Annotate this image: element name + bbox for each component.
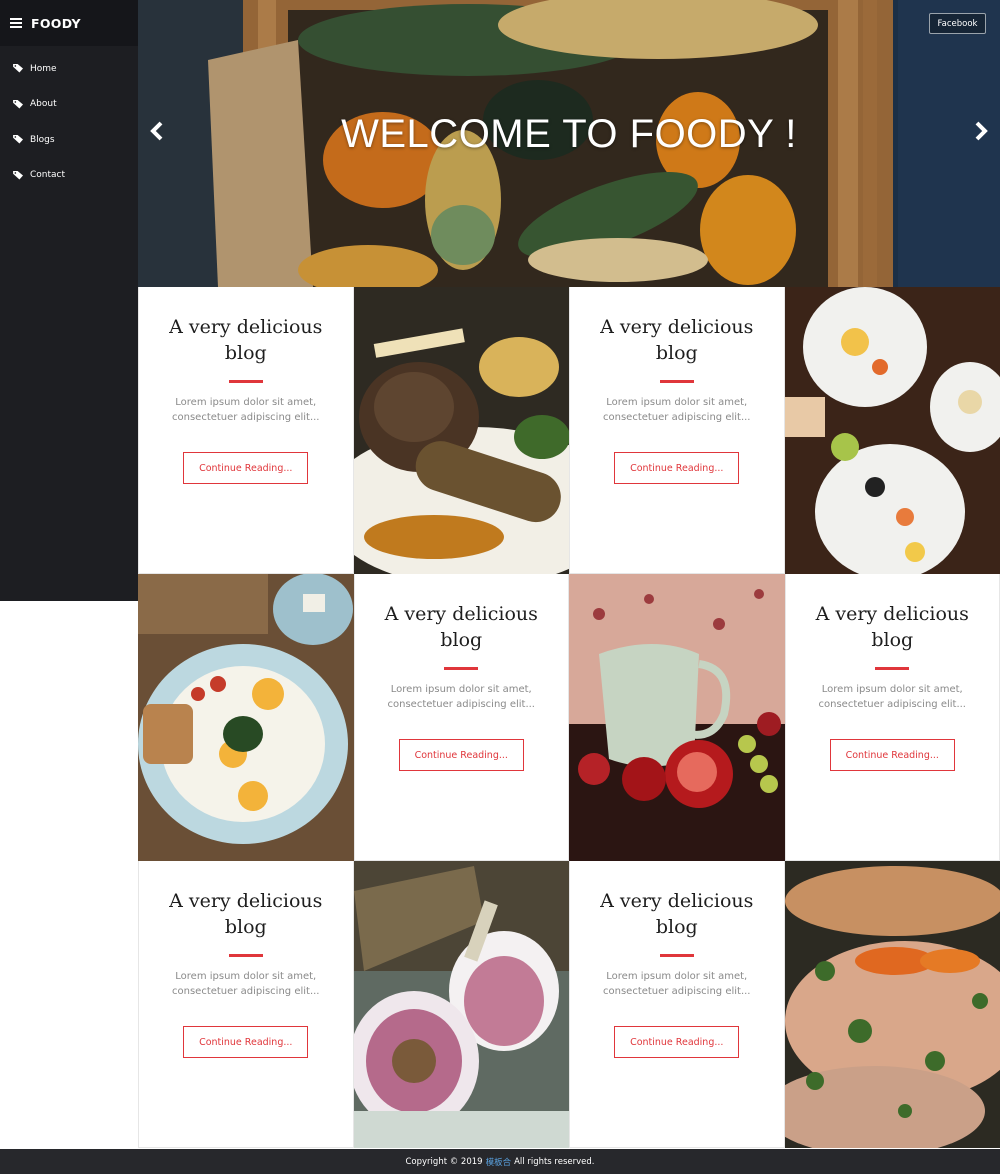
blog-photo-breakfast[interactable]: [138, 574, 354, 861]
blog-photo-chicken[interactable]: [784, 861, 1000, 1148]
sidebar: FOODY Home About Blogs Contact: [0, 0, 138, 601]
nav-label: About: [30, 99, 57, 110]
brand-bar: FOODY: [0, 0, 138, 46]
continue-reading-button[interactable]: Continue Reading...: [614, 452, 740, 484]
card-divider: [444, 667, 479, 670]
copyright-text: Copyright © 2019: [405, 1156, 483, 1167]
footer-link[interactable]: 模板合: [486, 1156, 512, 1168]
card-divider: [659, 380, 694, 383]
continue-reading-button[interactable]: Continue Reading...: [614, 1026, 740, 1058]
blog-photo-steak[interactable]: [353, 287, 569, 574]
blog-card: A very delicious blog Lorem ipsum dolor …: [784, 574, 1000, 861]
card-excerpt: Lorem ipsum dolor sit amet, consectetuer…: [172, 397, 320, 423]
card-title: A very delicious blog: [384, 603, 538, 651]
card-divider: [659, 954, 694, 957]
card-title: A very delicious blog: [600, 890, 754, 938]
hamburger-menu-icon[interactable]: [10, 18, 22, 28]
facebook-button[interactable]: Facebook: [929, 13, 986, 34]
blog-card: A very delicious blog Lorem ipsum dolor …: [353, 574, 569, 861]
blog-photo-pomegranate[interactable]: [569, 574, 785, 861]
blog-grid: A very delicious blog Lorem ipsum dolor …: [138, 287, 1000, 1149]
card-title: A very delicious blog: [169, 316, 323, 364]
continue-reading-button[interactable]: Continue Reading...: [829, 739, 955, 771]
continue-reading-button[interactable]: Continue Reading...: [183, 1026, 309, 1058]
tag-icon: [13, 99, 23, 109]
blog-card: A very delicious blog Lorem ipsum dolor …: [569, 861, 785, 1148]
card-excerpt: Lorem ipsum dolor sit amet, consectetuer…: [172, 971, 320, 997]
chevron-left-icon[interactable]: [148, 121, 166, 141]
blog-photo-sushi[interactable]: [784, 287, 1000, 574]
card-divider: [228, 380, 263, 383]
card-excerpt: Lorem ipsum dolor sit amet, consectetuer…: [387, 684, 536, 710]
nav-label: Blogs: [30, 134, 55, 145]
sidebar-nav: Home About Blogs Contact: [0, 46, 138, 193]
continue-reading-button[interactable]: Continue Reading...: [183, 452, 309, 484]
card-title: A very delicious blog: [815, 603, 969, 651]
blog-card: A very delicious blog Lorem ipsum dolor …: [138, 287, 354, 574]
card-excerpt: Lorem ipsum dolor sit amet, consectetuer…: [818, 684, 967, 710]
blog-photo-garlic[interactable]: [353, 861, 569, 1148]
card-divider: [875, 667, 910, 670]
hero-slider: WELCOME TO FOODY ! Facebook: [138, 0, 1000, 287]
card-divider: [228, 954, 263, 957]
nav-item-blogs[interactable]: Blogs: [0, 122, 138, 158]
nav-label: Home: [30, 63, 57, 74]
card-excerpt: Lorem ipsum dolor sit amet, consectetuer…: [603, 397, 751, 423]
card-title: A very delicious blog: [600, 316, 754, 364]
nav-item-home[interactable]: Home: [0, 51, 138, 87]
nav-item-contact[interactable]: Contact: [0, 158, 138, 194]
blog-card: A very delicious blog Lorem ipsum dolor …: [138, 861, 354, 1148]
card-title: A very delicious blog: [169, 890, 323, 938]
rights-text: All rights reserved.: [514, 1156, 595, 1167]
nav-item-about[interactable]: About: [0, 87, 138, 123]
chevron-right-icon[interactable]: [972, 121, 990, 141]
footer: Copyright © 2019 模板合 All rights reserved…: [0, 1149, 1000, 1174]
brand-title[interactable]: FOODY: [31, 16, 81, 31]
tag-icon: [13, 135, 23, 144]
tag-icon: [13, 64, 23, 73]
tag-icon: [13, 170, 23, 180]
hero-title: WELCOME TO FOODY !: [341, 112, 797, 156]
card-excerpt: Lorem ipsum dolor sit amet, consectetuer…: [603, 971, 751, 997]
nav-label: Contact: [30, 170, 66, 181]
continue-reading-button[interactable]: Continue Reading...: [398, 739, 524, 771]
blog-card: A very delicious blog Lorem ipsum dolor …: [569, 287, 785, 574]
